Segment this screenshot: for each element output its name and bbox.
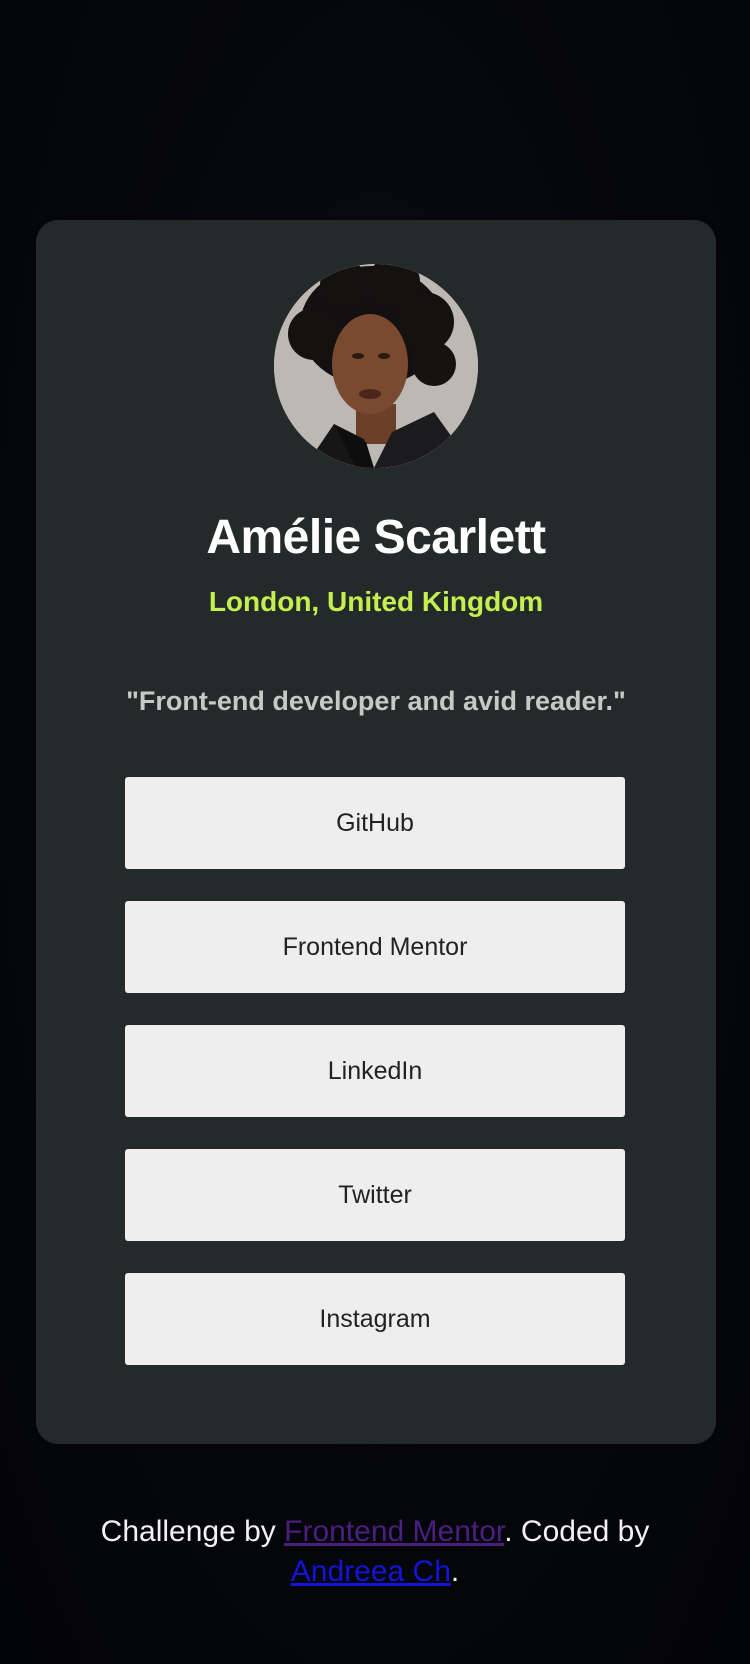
attribution-suffix: . [450, 1555, 460, 1588]
social-links-list: GitHub Frontend Mentor LinkedIn Twitter … [125, 777, 625, 1397]
linkedin-link-button[interactable]: LinkedIn [125, 1025, 625, 1117]
profile-card: Amélie Scarlett London, United Kingdom "… [36, 220, 716, 1444]
twitter-link-button[interactable]: Twitter [125, 1149, 625, 1241]
author-attribution-link[interactable]: Andreea Ch [291, 1555, 451, 1588]
frontend-mentor-attribution-link[interactable]: Frontend Mentor [284, 1515, 504, 1548]
avatar-portrait-image [274, 264, 478, 468]
profile-bio: "Front-end developer and avid reader." [126, 686, 626, 716]
frontend-mentor-link-button[interactable]: Frontend Mentor [125, 901, 625, 993]
profile-location: London, United Kingdom [208, 586, 544, 617]
attribution-prefix: Challenge by [100, 1515, 285, 1548]
attribution-middle: . Coded by [504, 1515, 650, 1548]
profile-name: Amélie Scarlett [206, 511, 546, 564]
github-link-button[interactable]: GitHub [125, 777, 625, 869]
instagram-link-button[interactable]: Instagram [125, 1273, 625, 1365]
attribution-footer: Challenge by Frontend Mentor. Coded by A… [0, 1512, 750, 1592]
avatar [274, 264, 478, 468]
